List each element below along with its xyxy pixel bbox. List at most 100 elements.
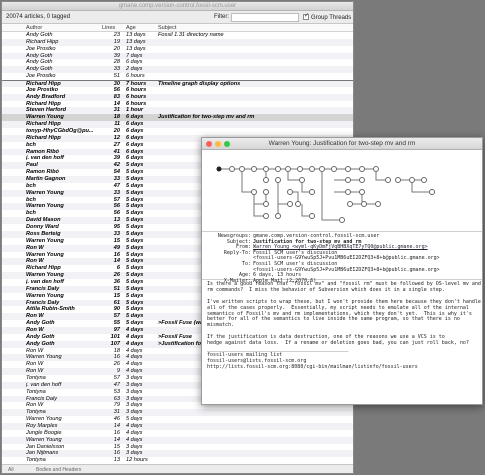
table-row[interactable]: Andy Goth 39 7 days: [2, 52, 353, 60]
table-row[interactable]: Warren Young 14 4 days: [2, 436, 353, 444]
row-age: 5 days: [126, 210, 144, 217]
table-row[interactable]: Richard Hipp 11 6 days: [2, 121, 353, 129]
table-row[interactable]: Richard Hipp 30 7 hours Timeline graph disp…: [2, 80, 353, 87]
row-lines: 33: [113, 189, 120, 196]
row-author: Ron W: [26, 402, 44, 409]
row-author: Ron W: [26, 361, 44, 368]
row-age: 4 days: [126, 361, 143, 368]
row-lines: 15: [113, 443, 120, 450]
row-subject: Justification for two-step mv and rm: [158, 114, 255, 121]
column-subject[interactable]: Subject: [158, 25, 176, 31]
table-row[interactable]: Jungle Boogie 16 4 days: [2, 430, 353, 437]
row-age: 5 days: [126, 299, 144, 306]
row-lines: 46: [113, 416, 120, 423]
row-lines: 19: [113, 38, 120, 45]
zoom-button[interactable]: [224, 141, 230, 147]
row-author: Warren Young: [26, 292, 64, 299]
row-lines: 56: [113, 86, 120, 93]
row-lines: 57: [113, 374, 120, 381]
table-row[interactable]: Jan Danielsson 15 3 days: [2, 444, 353, 451]
filter-input[interactable]: [231, 13, 299, 22]
row-age: 5 days: [126, 169, 144, 176]
row-age: 13 days: [126, 45, 146, 52]
table-row[interactable]: Joe Prostko 20 13 days: [2, 46, 353, 53]
row-lines: 18: [113, 114, 120, 121]
row-lines: 33: [113, 176, 120, 183]
close-button[interactable]: [206, 141, 212, 147]
table-row[interactable]: Steven Harford 31 1 hour: [2, 107, 353, 115]
row-age: 6 days: [126, 114, 144, 121]
group-threads-toggle[interactable]: Group Threads: [303, 12, 351, 21]
row-age: 5 days: [126, 224, 144, 231]
row-author: Joe Prostko: [26, 73, 56, 80]
table-row[interactable]: Joe Prostko 56 6 hours: [2, 87, 353, 94]
row-author: Ross Berteig: [26, 230, 61, 237]
row-age: 3 days: [126, 443, 143, 450]
table-row[interactable]: tonyp-HhyCGbdOg@pu... 20 6 days: [2, 128, 353, 135]
row-lines: 42: [113, 162, 120, 169]
row-age: 6 days: [126, 155, 144, 162]
row-author: Ron W: [26, 347, 44, 354]
row-age: 6 days: [126, 148, 144, 155]
row-age: 4 days: [126, 422, 143, 429]
row-lines: 23: [113, 32, 120, 38]
row-author: Joe Prostko: [26, 45, 56, 52]
minimize-button[interactable]: [215, 141, 221, 147]
row-age: 4 days: [126, 347, 143, 354]
table-row[interactable]: Warren Young 18 6 days Justification for tw…: [2, 114, 353, 122]
column-lines[interactable]: Lines: [102, 25, 115, 31]
row-lines: 15: [113, 237, 120, 244]
row-age: 5 days: [126, 244, 144, 251]
table-row[interactable]: Roy Marples 14 4 days: [2, 422, 353, 430]
table-row[interactable]: Richard Hipp 14 6 hours: [2, 101, 353, 108]
row-age: 3 days: [126, 409, 143, 416]
row-lines: 39: [113, 52, 120, 59]
status-bodies[interactable]: Bodies and Headers: [36, 467, 81, 473]
row-age: 4 days: [126, 326, 144, 333]
row-lines: 90: [113, 306, 120, 313]
row-lines: 53: [113, 388, 120, 395]
row-lines: 49: [113, 244, 120, 251]
row-age: 2 days: [126, 66, 143, 73]
table-row[interactable]: Warren Young 46 5 days: [2, 416, 353, 423]
row-age: 5 days: [126, 258, 144, 265]
row-lines: 33: [113, 230, 120, 237]
column-author[interactable]: Author: [26, 25, 42, 31]
table-row[interactable]: Tontyna 31 3 days: [2, 409, 353, 417]
row-age: 3 days: [126, 402, 143, 409]
group-threads-checkbox[interactable]: [303, 12, 309, 20]
table-row[interactable]: Andy Goth 28 6 days: [2, 59, 353, 66]
table-row[interactable]: Andy Goth 33 2 days: [2, 66, 353, 74]
status-all[interactable]: All: [8, 467, 14, 473]
row-lines: 55: [113, 320, 120, 327]
table-row[interactable]: Jan Nijtmans 16 3 days: [2, 450, 353, 458]
row-lines: 14: [113, 422, 120, 429]
row-author: Francis Daly: [26, 395, 58, 402]
row-author: Steven Harford: [26, 107, 67, 114]
table-row[interactable]: Richard Hipp 19 13 days: [2, 38, 353, 46]
table-row[interactable]: Joe Prostko 51 6 hours: [2, 73, 353, 80]
row-lines: 16: [113, 450, 120, 457]
row-author: Richard Hipp: [26, 265, 61, 272]
selected-node-icon: [216, 166, 222, 172]
status-bar: All Bodies and Headers: [2, 464, 353, 473]
row-author: Warren Young: [26, 189, 64, 196]
row-age: 7 days: [126, 52, 143, 59]
thread-graph[interactable]: [202, 150, 482, 232]
row-author: Donny Ward: [26, 224, 59, 231]
row-author: j. van den hoff: [26, 155, 64, 162]
row-age: 5 days: [126, 313, 144, 320]
message-headers: Newsgroups: gmane.comp.version-control.fo…: [202, 232, 482, 283]
row-age: 5 days: [126, 196, 144, 203]
row-age: 5 days: [126, 176, 144, 183]
row-author: Warren Young: [26, 436, 62, 443]
row-age: 6 days: [126, 128, 144, 135]
row-age: 5 days: [126, 278, 144, 285]
column-age[interactable]: Age: [126, 25, 136, 31]
table-row[interactable]: Andy Goth 23 13 days Fossil 1.31 directory …: [2, 32, 353, 39]
row-age: 5 days: [126, 272, 144, 279]
row-lines: 6: [116, 265, 120, 272]
row-author: Richard Hipp: [26, 121, 61, 128]
table-row[interactable]: Andy Bradford 83 6 hours: [2, 93, 353, 101]
row-lines: 57: [113, 196, 120, 203]
